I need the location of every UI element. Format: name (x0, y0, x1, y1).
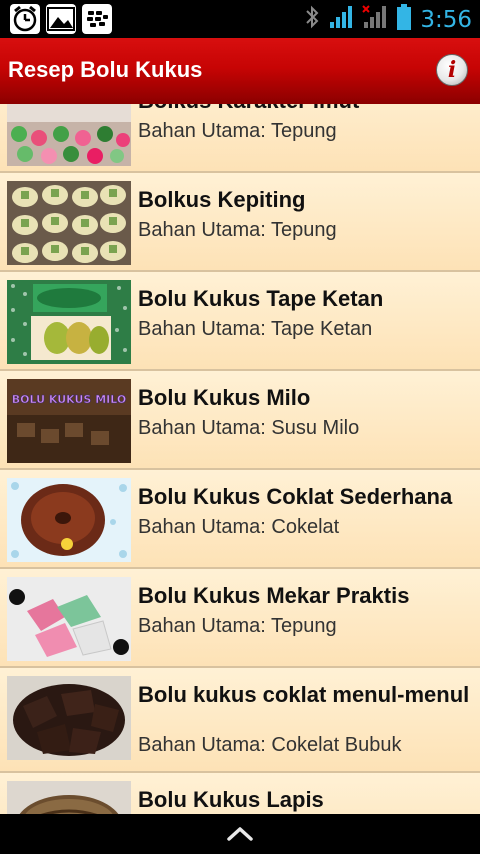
recipe-title: Bolu Kukus Milo (138, 385, 311, 410)
list-item[interactable]: Bolu Kukus Mekar Praktis Bahan Utama: Te… (0, 569, 480, 668)
list-item[interactable]: Bolkus Karakter Imut Bahan Utama: Tepung (0, 104, 480, 173)
recipe-main-ingredient: Bahan Utama: Cokelat Bubuk (138, 734, 402, 756)
list-item[interactable]: Bolu Kukus Coklat Sederhana Bahan Utama:… (0, 470, 480, 569)
info-button[interactable]: i (436, 54, 468, 86)
status-bar: 3:56 (0, 0, 480, 38)
list-item[interactable]: BOLU KUKUS MILO Bolu Kukus Milo Bahan Ut… (0, 371, 480, 470)
no-signal-icon (362, 4, 388, 35)
info-icon: i (447, 57, 457, 83)
list-item[interactable]: Bolu kukus coklat menul-menul Bahan Utam… (0, 668, 480, 773)
list-item[interactable]: Bolkus Kepiting Bahan Utama: Tepung (0, 173, 480, 272)
recipe-title: Bolu kukus coklat menul-menul (138, 682, 470, 707)
recipe-main-ingredient: Bahan Utama: Tepung (138, 120, 337, 142)
recipe-title: Bolu Kukus Coklat Sederhana (138, 484, 453, 509)
recipe-thumbnail (7, 280, 131, 364)
recipe-title: Bolu Kukus Lapis (138, 787, 324, 812)
recipe-main-ingredient: Bahan Utama: Susu Milo (138, 417, 360, 439)
alarm-icon (10, 4, 40, 34)
signal-icon (328, 4, 354, 35)
recipe-thumbnail (7, 181, 131, 265)
list-item[interactable]: Bolu Kukus Lapis (0, 773, 480, 814)
clock: 3:56 (420, 6, 472, 33)
thumbnail-overlay-text: BOLU KUKUS MILO (12, 393, 126, 406)
recipe-thumbnail (7, 577, 131, 661)
recipe-thumbnail (7, 676, 131, 760)
gallery-icon (46, 4, 76, 34)
recipe-title: Bolu Kukus Mekar Praktis (138, 583, 410, 608)
recipe-main-ingredient: Bahan Utama: Cokelat (138, 516, 340, 538)
bluetooth-icon (304, 4, 320, 35)
list-item[interactable]: Bolu Kukus Tape Ketan Bahan Utama: Tape … (0, 272, 480, 371)
action-bar: Resep Bolu Kukus i (0, 38, 480, 104)
recipe-thumbnail (7, 478, 131, 562)
recipe-list[interactable]: Bolkus Karakter Imut Bahan Utama: Tepung… (0, 104, 480, 814)
chevron-up-icon[interactable] (226, 824, 254, 847)
recipe-thumbnail: BOLU KUKUS MILO (7, 379, 131, 463)
recipe-main-ingredient: Bahan Utama: Tepung (138, 219, 337, 241)
recipe-thumbnail (7, 781, 131, 814)
battery-icon (396, 3, 412, 36)
recipe-main-ingredient: Bahan Utama: Tepung (138, 615, 337, 637)
recipe-thumbnail (7, 104, 131, 166)
recipe-title: Bolu Kukus Tape Ketan (138, 286, 384, 311)
recipe-title: Bolkus Karakter Imut (138, 104, 472, 115)
app-title: Resep Bolu Kukus (8, 57, 203, 82)
recipe-main-ingredient: Bahan Utama: Tape Ketan (138, 318, 373, 340)
bbm-icon (82, 4, 112, 34)
navigation-bar (0, 814, 480, 854)
recipe-title: Bolkus Kepiting (138, 187, 306, 212)
